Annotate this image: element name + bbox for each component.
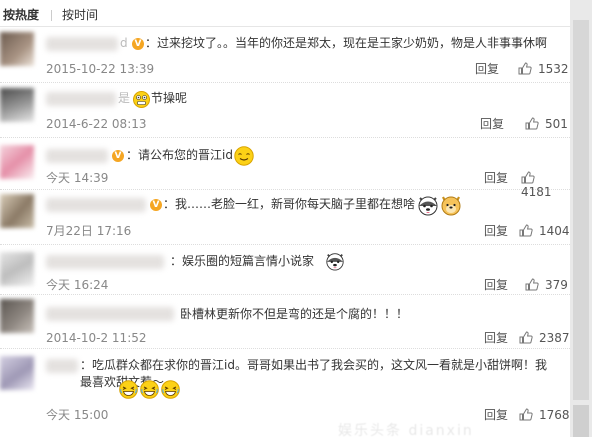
- comment-time: 7月22日 17:16: [46, 224, 132, 238]
- reply-button[interactable]: 回复: [480, 117, 504, 131]
- like-count: 2387: [539, 331, 570, 345]
- thumbs-up-icon: [519, 331, 533, 344]
- thumbs-up-icon: [518, 62, 532, 75]
- scrollbar-thumb[interactable]: [573, 405, 589, 437]
- reply-button[interactable]: 回复: [484, 408, 508, 422]
- scrollbar-track: [573, 20, 589, 400]
- reply-button[interactable]: 回复: [484, 278, 508, 292]
- comment-time: 今天 16:24: [46, 278, 109, 292]
- comment-item: 卧槽林更新你不但是弯的还是个腐的！！！ 2014-10-2 11:52 回复 2…: [0, 294, 570, 349]
- username-blurred[interactable]: [46, 149, 108, 163]
- like-count: 379: [545, 278, 568, 292]
- grimace-emoji-icon: [133, 91, 150, 108]
- reply-button[interactable]: 回复: [484, 171, 508, 185]
- tab-hot[interactable]: 按热度: [3, 8, 39, 22]
- v-badge-icon: V: [132, 38, 144, 50]
- smile-emoji-icon: [234, 146, 254, 166]
- avatar[interactable]: [0, 194, 34, 228]
- sort-tabs: 按热度 按时间: [0, 0, 570, 27]
- like-count: 1532: [538, 62, 569, 76]
- husky-emoji-icon: [417, 194, 439, 216]
- avatar[interactable]: [0, 252, 34, 286]
- like-button[interactable]: 1532: [518, 62, 569, 76]
- laugh-tears-emoji-icon: [161, 380, 180, 399]
- reply-button[interactable]: 回复: [484, 331, 508, 345]
- v-badge-icon: V: [112, 150, 124, 162]
- like-button[interactable]: 1768: [519, 408, 570, 422]
- comment-item: d V ：过来挖坟了。。当年的你还是郑太，现在是王家少奶奶，物是人非事事休啊 2…: [0, 27, 570, 83]
- avatar[interactable]: [0, 32, 34, 66]
- thumbs-up-icon: [519, 408, 533, 421]
- avatar[interactable]: [0, 88, 34, 122]
- avatar[interactable]: [0, 356, 34, 390]
- emoji-row: [117, 380, 180, 399]
- scrollbar[interactable]: [570, 0, 592, 437]
- username-blurred[interactable]: [46, 92, 116, 106]
- like-count: 501: [545, 117, 568, 131]
- tab-divider: [51, 10, 52, 21]
- thumbs-up-icon: [525, 117, 539, 130]
- husky-emoji-icon: [325, 251, 345, 271]
- comment-text: ：过来挖坟了。。当年的你还是郑太，现在是王家少奶奶，物是人非事事休啊: [145, 36, 548, 50]
- comment-text: ：娱乐圈的短篇言情小说家: [170, 254, 315, 268]
- laugh-tears-emoji-icon: [119, 380, 138, 399]
- comment-item: V ：我……老脸一红，新哥你每天脑子里都在想啥 7月22日 17:16 回复 1…: [0, 189, 570, 245]
- comment-text: 节操呢: [151, 91, 188, 105]
- laugh-tears-emoji-icon: [140, 380, 159, 399]
- comment-item: ：娱乐圈的短篇言情小说家 今天 16:24 回复 379: [0, 244, 570, 295]
- comment-time: 今天 15:00: [46, 408, 109, 422]
- reply-button[interactable]: 回复: [484, 224, 508, 238]
- username-blurred[interactable]: [46, 198, 146, 212]
- v-badge-icon: V: [150, 199, 162, 211]
- doge-emoji-icon: [440, 194, 462, 216]
- thumbs-up-icon: [525, 278, 539, 291]
- comment-text: ：我……老脸一红，新哥你每天脑子里都在想啥: [163, 197, 416, 211]
- username-suffix: 是: [118, 91, 131, 105]
- like-button[interactable]: 501: [525, 117, 568, 131]
- username-blurred[interactable]: [46, 307, 174, 321]
- avatar[interactable]: [0, 299, 34, 333]
- reply-button[interactable]: 回复: [475, 62, 499, 76]
- username-blurred[interactable]: [46, 255, 164, 269]
- tab-time[interactable]: 按时间: [62, 8, 98, 22]
- like-count: 1768: [539, 408, 570, 422]
- comment-text: 卧槽林更新你不但是弯的还是个腐的！！！: [180, 307, 409, 321]
- comment-item: V ：请公布您的晋江id 今天 14:39 回复 4181: [0, 137, 570, 199]
- like-button[interactable]: 379: [525, 278, 568, 292]
- username-blurred[interactable]: [46, 359, 78, 373]
- thumbs-up-icon: [519, 224, 533, 237]
- like-count: 1404: [539, 224, 570, 238]
- comment-time: 今天 14:39: [46, 171, 109, 185]
- thumbs-up-icon: [521, 171, 535, 184]
- comment-text: ：请公布您的晋江id: [126, 148, 233, 162]
- avatar[interactable]: [0, 145, 34, 179]
- comment-item: 是 节操呢 2014-6-22 08:13 回复 501: [0, 82, 570, 138]
- watermark: 娱乐头条 dianxin: [338, 423, 474, 439]
- username-suffix: d: [120, 36, 128, 50]
- like-button[interactable]: 1404: [519, 224, 570, 238]
- like-button[interactable]: 2387: [519, 331, 570, 345]
- comment-time: 2015-10-22 13:39: [46, 62, 155, 76]
- comment-time: 2014-6-22 08:13: [46, 117, 147, 131]
- comment-item: ：吃瓜群众都在求你的晋江id。哥哥如果出书了我会买的，这文风一看就是小甜饼啊！我…: [0, 348, 570, 437]
- comment-time: 2014-10-2 11:52: [46, 331, 147, 345]
- username-blurred[interactable]: [46, 37, 118, 51]
